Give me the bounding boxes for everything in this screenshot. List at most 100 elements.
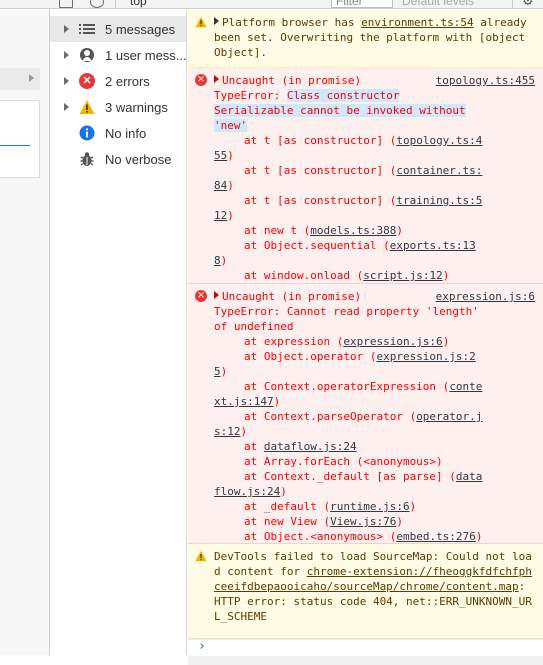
user-icon [79,47,95,63]
stack-frame-wrap: 12) [214,209,234,222]
page-panel [0,100,40,178]
sidebar-item-messages[interactable]: 5 messages [50,16,186,42]
console-prompt[interactable]: › [188,638,543,655]
frame-link[interactable]: dataflow.js:24 [264,440,357,453]
stack-frame: at Object.<anonymous> (embed.ts:276) [244,530,483,543]
frame-link[interactable]: topology.ts:4 [396,134,482,147]
frame-link[interactable]: xt.js:147 [214,395,274,408]
console-sidebar-icon[interactable] [59,0,73,8]
error-message: Serializable cannot be invoked without [214,104,466,117]
expand-arrow-icon[interactable] [214,17,219,25]
stack-frame-wrap: 8) [214,254,228,267]
error-message: Class constructor [286,89,400,102]
frame-link[interactable]: data [456,470,483,483]
stack-frame: at Object.operator (expression.js:2 [244,350,476,363]
frame-link[interactable]: 84 [214,179,227,192]
sidebar-item-verbose[interactable]: No verbose [50,146,186,172]
expand-arrow-icon[interactable] [64,25,69,33]
frame-link[interactable]: training.ts:5 [396,194,482,207]
stack-frame: at _default (runtime.js:6) [244,500,417,513]
frame-link[interactable]: expression.js:6 [343,335,442,348]
sidebar-item-label: 1 user mess... [105,47,186,63]
expand-arrow-icon[interactable] [64,77,69,85]
source-link[interactable]: expression.js:6 [436,289,535,304]
frame-link[interactable]: expression.js:2 [376,350,475,363]
sidebar-item-warnings[interactable]: 3 warnings [50,94,186,120]
info-icon [79,125,95,141]
error-header: Uncaught (in promise) [222,290,362,303]
frame-link[interactable]: s:12 [214,425,241,438]
stack-frame: at Context._default [as parse] (data [244,470,483,483]
frame-link[interactable]: flow.js:24 [214,485,280,498]
console-message-error: ✕ Uncaught (in promise) expression.js:6 … [188,284,543,544]
stack-frame: at Array.forEach (<anonymous>) [244,455,443,468]
stack-frame: at expression (expression.js:6) [244,335,450,348]
frame-link[interactable]: View.js:76 [330,515,396,528]
stack-frame: at window.onload (script.js:12) [244,269,450,282]
stack-frame: at t [as constructor] (container.ts: [244,164,483,177]
sidebar-item-label: No verbose [105,151,172,167]
clear-console-icon[interactable] [90,0,104,8]
expand-arrow-icon[interactable] [214,291,219,299]
frame-link[interactable]: 8 [214,254,221,267]
gear-icon[interactable]: ⚙ [522,0,534,9]
frame-link[interactable]: models.ts:388 [310,224,396,237]
toolbar-divider [115,0,116,9]
source-link[interactable]: topology.ts:455 [436,73,535,88]
frame-link[interactable]: operator.j [416,410,482,423]
frame-link[interactable]: script.js:12 [363,269,442,282]
frame-link[interactable]: container.ts: [396,164,482,177]
sidebar-item-label: 2 errors [105,73,150,89]
stack-trace: at t [as constructor] (topology.ts:4 55)… [214,133,535,283]
frame-link[interactable]: 12 [214,209,227,222]
context-selector[interactable]: top [130,0,147,8]
stack-frame-wrap: 5) [214,365,228,378]
message-text: Platform browser has [222,16,362,29]
horizontal-scrollbar[interactable] [188,656,543,665]
stack-frame: at Object.sequential (exports.ts:13 [244,239,476,252]
frame-link[interactable]: embed.ts:276 [396,530,475,543]
expand-arrow-placeholder [64,155,69,163]
stack-frame-wrap: s:12) [214,425,248,438]
error-icon: ✕ [79,73,95,89]
error-message: of undefined [214,320,294,333]
page-row [0,68,40,90]
frame-link[interactable]: conte [449,380,482,393]
stack-frame: at t [as constructor] (topology.ts:4 [244,134,483,147]
error-message: TypeError: Cannot read property 'length' [214,305,479,318]
expand-arrow-icon[interactable] [214,75,219,83]
frame-link[interactable]: runtime.js:6 [330,500,409,513]
frame-link[interactable]: exports.ts:13 [390,239,476,252]
bug-icon [79,151,95,167]
source-link[interactable]: environment.ts:54 [361,16,474,29]
frame-link[interactable]: 55 [214,149,227,162]
stack-frame: at t [as constructor] (training.ts:5 [244,194,483,207]
frame-link[interactable]: 5 [214,365,221,378]
warning-icon [79,99,95,115]
chevron-right-icon [29,74,34,82]
sidebar-item-label: 5 messages [105,21,176,37]
console-message-error: ✕ Uncaught (in promise) topology.ts:455 … [188,68,543,284]
expand-arrow-icon[interactable] [64,51,69,59]
error-icon: ✕ [195,74,207,86]
sidebar-item-errors[interactable]: ✕ 2 errors [50,68,186,94]
sidebar-item-info[interactable]: No info [50,120,186,146]
error-icon: ✕ [195,290,207,302]
error-message: 'new' [214,119,248,132]
stack-frame: at new t (models.ts:388) [244,224,403,237]
console-message-warning: Platform browser has environment.ts:54 a… [188,10,543,68]
stack-frame-wrap: 55) [214,149,234,162]
stack-frame: at Context.parseOperator (operator.j [244,410,483,423]
console-toolbar: top Filter Default levels ⚙ [0,0,543,9]
levels-dropdown[interactable]: Default levels [402,0,474,8]
sidebar-item-user-messages[interactable]: 1 user mess... [50,42,186,68]
sidebar-item-label: No info [105,125,147,141]
expand-arrow-icon[interactable] [64,103,69,111]
stack-frame-wrap: flow.js:24) [214,485,287,498]
stack-frame-wrap: xt.js:147) [214,395,281,408]
error-header: Uncaught (in promise) [222,74,362,87]
filter-input[interactable]: Filter [331,0,393,8]
toolbar-divider [512,0,513,9]
page-strip [0,10,50,655]
error-type: TypeError: [214,89,287,102]
